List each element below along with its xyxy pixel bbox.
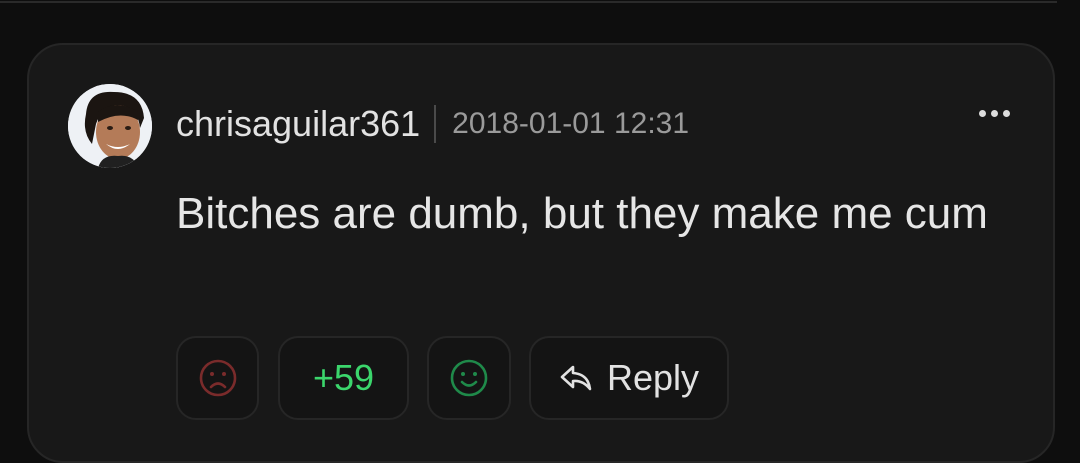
reply-arrow-icon [560, 365, 592, 391]
comment-header: chrisaguilar361 2018-01-01 12:31 [176, 102, 689, 146]
more-dots-icon [978, 109, 986, 117]
reply-label: Reply [606, 357, 700, 398]
reply-button[interactable]: Reply [529, 336, 729, 420]
comment-text: Bitches are dumb, but they make me cum [176, 189, 988, 238]
score-badge: +59 [278, 336, 409, 420]
downvote-button[interactable] [176, 336, 259, 420]
header-separator [434, 105, 437, 143]
smiley-face-icon [450, 359, 488, 397]
username[interactable]: chrisaguilar361 [176, 103, 420, 145]
avatar-image [68, 84, 152, 168]
upvote-button[interactable] [427, 336, 511, 420]
avatar[interactable] [68, 84, 152, 168]
timestamp: 2018-01-01 12:31 [452, 107, 690, 140]
more-options-button[interactable] [972, 96, 1016, 130]
top-divider [0, 0, 1057, 3]
sad-face-icon [199, 359, 236, 397]
